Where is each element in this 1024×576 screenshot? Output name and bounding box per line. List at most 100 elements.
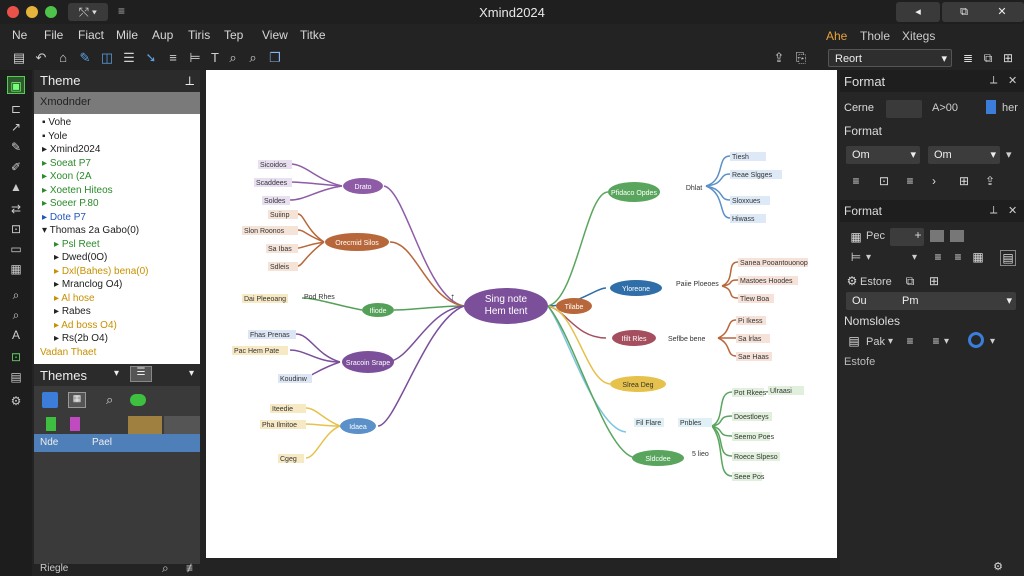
menu-view[interactable]: View <box>262 28 288 42</box>
menu-tiris[interactable]: Tiris <box>188 28 210 42</box>
collapse-icon[interactable]: ▾ <box>189 368 194 379</box>
dropdown-icon[interactable]: ▾ <box>912 252 917 263</box>
dropdown-icon[interactable]: ▾ <box>944 336 949 347</box>
tab-xitegs[interactable]: Xitegs <box>902 29 935 43</box>
leaf[interactable]: Tiesh <box>732 154 749 161</box>
settings-icon[interactable]: ⚙ <box>7 392 25 410</box>
close-icon[interactable]: ✕ <box>1008 74 1017 87</box>
pink-swatch[interactable] <box>70 417 80 431</box>
calendar-icon[interactable]: ▦ <box>68 392 86 408</box>
settings-icon[interactable]: ⚙ <box>990 560 1006 573</box>
align-icon[interactable]: ≡ <box>164 49 182 67</box>
leaf[interactable]: Seflbe bene <box>668 336 705 343</box>
tree-item[interactable]: ▸ Xmind2024 <box>34 143 200 157</box>
tree-item[interactable]: ▾ Thomas 2a Gabo(0) <box>34 224 200 238</box>
tree-item[interactable]: ▪ Yole <box>34 130 200 144</box>
leaf[interactable]: Paiie Ploeoes <box>676 281 719 288</box>
mindmap-canvas[interactable]: Sing note Hem tlent Drato Orecmid Silos I… <box>206 70 837 558</box>
grid-icon[interactable]: ⊞ <box>956 174 972 188</box>
leaf[interactable]: Sdleis <box>270 264 290 271</box>
leaf[interactable]: Iteedie <box>272 406 293 413</box>
tree-item[interactable]: ▸ Al hose <box>34 292 200 306</box>
theme-list-icon[interactable]: ☰ <box>130 366 152 382</box>
doc-icon[interactable]: ▤ <box>846 334 862 348</box>
tan-swatch[interactable] <box>128 416 162 434</box>
tab-thole[interactable]: Thole <box>860 29 890 43</box>
format-icon[interactable]: ⊨ <box>186 49 204 67</box>
link-icon[interactable]: ↗ <box>7 118 25 136</box>
menu-file[interactable]: File <box>44 28 63 42</box>
color-select[interactable] <box>886 100 922 118</box>
color-ring-icon[interactable] <box>968 332 984 348</box>
tree-item[interactable]: ▸ Xoeten Hiteos <box>34 184 200 198</box>
leaf[interactable]: Reae Slgges <box>732 172 773 179</box>
search-icon[interactable]: ⌕ <box>162 561 169 576</box>
leaf[interactable]: Soldes <box>264 198 286 205</box>
leaf[interactable]: Sae Haas <box>738 354 769 361</box>
frame-icon[interactable]: ◫ <box>98 49 116 67</box>
box-icon[interactable] <box>930 230 944 242</box>
leaf[interactable]: Fhas Prenas <box>250 332 290 339</box>
tree-item[interactable]: ▸ Soeer P.80 <box>34 197 200 211</box>
brush-icon[interactable]: ✎ <box>7 138 25 156</box>
leaf[interactable]: Pnbles <box>680 420 702 427</box>
new-file-icon[interactable]: ▤ <box>10 49 28 67</box>
list-icon[interactable]: ≡ <box>950 250 966 264</box>
tree-item[interactable]: ▸ Soeat P7 <box>34 157 200 171</box>
copy-icon[interactable]: ⧉ <box>980 51 996 66</box>
align-icon[interactable]: ⊨ <box>848 250 864 264</box>
leaf[interactable]: Sloxxues <box>732 198 761 205</box>
tree-item[interactable]: ▪ Vohe <box>34 116 200 130</box>
leaf[interactable]: Seee Pos <box>734 474 765 481</box>
tree-item[interactable]: ▸ Dxl(Bahes) bena(0) <box>34 265 200 279</box>
frame-icon[interactable]: ⊡ <box>876 174 892 188</box>
close-icon[interactable]: ✕ <box>1008 204 1017 217</box>
themes-header[interactable]: Themes ▾ ☰ ▾ <box>34 364 200 386</box>
chevron-down-icon[interactable]: ▾ <box>1006 148 1012 161</box>
tree-item[interactable]: ▸ Dote P7 <box>34 211 200 225</box>
leaf[interactable]: Ulraasi <box>770 388 792 395</box>
panel-icon[interactable]: ▤ <box>7 368 25 386</box>
align-center-icon[interactable]: ≡ <box>902 174 918 188</box>
leaf[interactable]: Suiinp <box>270 212 290 219</box>
cloud-icon[interactable] <box>130 394 146 406</box>
search-icon[interactable]: ⌕ <box>244 49 262 67</box>
layers-icon[interactable]: ❐ <box>266 49 284 67</box>
leaf[interactable]: Hiwass <box>732 216 755 223</box>
pin-icon[interactable]: ⟂ <box>990 204 997 217</box>
tree-item[interactable]: ▸ Mranclog O4) <box>34 278 200 292</box>
align-icon[interactable]: ⊞ <box>926 274 942 288</box>
leaf[interactable]: Pha Ilmitoe <box>262 422 297 429</box>
leaf[interactable]: Sicoidos <box>260 162 287 169</box>
filter-icon[interactable]: ≢ <box>186 561 198 575</box>
leaf[interactable]: Pot Rkees <box>734 390 767 397</box>
selected-theme-row[interactable]: Nde Pael <box>34 434 200 452</box>
topic-icon[interactable]: ⊡ <box>7 220 25 238</box>
list-icon[interactable]: ☰ <box>120 49 138 67</box>
close-button[interactable]: ✕ <box>980 2 1024 22</box>
hierarchy-icon[interactable]: ⊏ <box>7 100 25 118</box>
tree-item[interactable]: ▸ Dwed(0O) <box>34 251 200 265</box>
leaf[interactable]: Sanea Pooantouonop <box>740 260 808 267</box>
zoom-icon[interactable]: ⌕ <box>224 49 242 67</box>
leaf[interactable]: Sa lrlas <box>738 336 762 343</box>
comment-icon[interactable]: ⊡ <box>7 348 25 366</box>
style-dropdown[interactable]: Reort ▾ <box>828 49 952 67</box>
menu-ne[interactable]: Ne <box>12 28 27 42</box>
leaf[interactable]: Pi Ikess <box>738 318 763 325</box>
pen-icon[interactable]: ✐ <box>7 158 25 176</box>
list-icon[interactable]: ≡ <box>930 250 946 264</box>
shape-icon[interactable]: ▲ <box>7 178 25 196</box>
grid-icon[interactable]: ⊞ <box>1000 51 1016 65</box>
menu-fiact[interactable]: Fiact <box>78 28 104 42</box>
text-icon[interactable]: T <box>206 49 224 67</box>
leaf[interactable]: Scaddees <box>256 180 288 187</box>
leaf[interactable]: Tlew Boa <box>740 296 769 303</box>
tree-item[interactable]: ▸ Xoon (2A <box>34 170 200 184</box>
leaf[interactable]: Pod Rhes <box>304 294 335 301</box>
tree-item[interactable]: ▸ Rabes <box>34 305 200 319</box>
leaf[interactable]: Roece Slpeso <box>734 454 778 461</box>
zoom-icon[interactable]: ⌕ <box>106 392 113 408</box>
chart-icon[interactable]: ▦ <box>7 260 25 278</box>
table-icon[interactable]: ▦ <box>848 230 864 244</box>
